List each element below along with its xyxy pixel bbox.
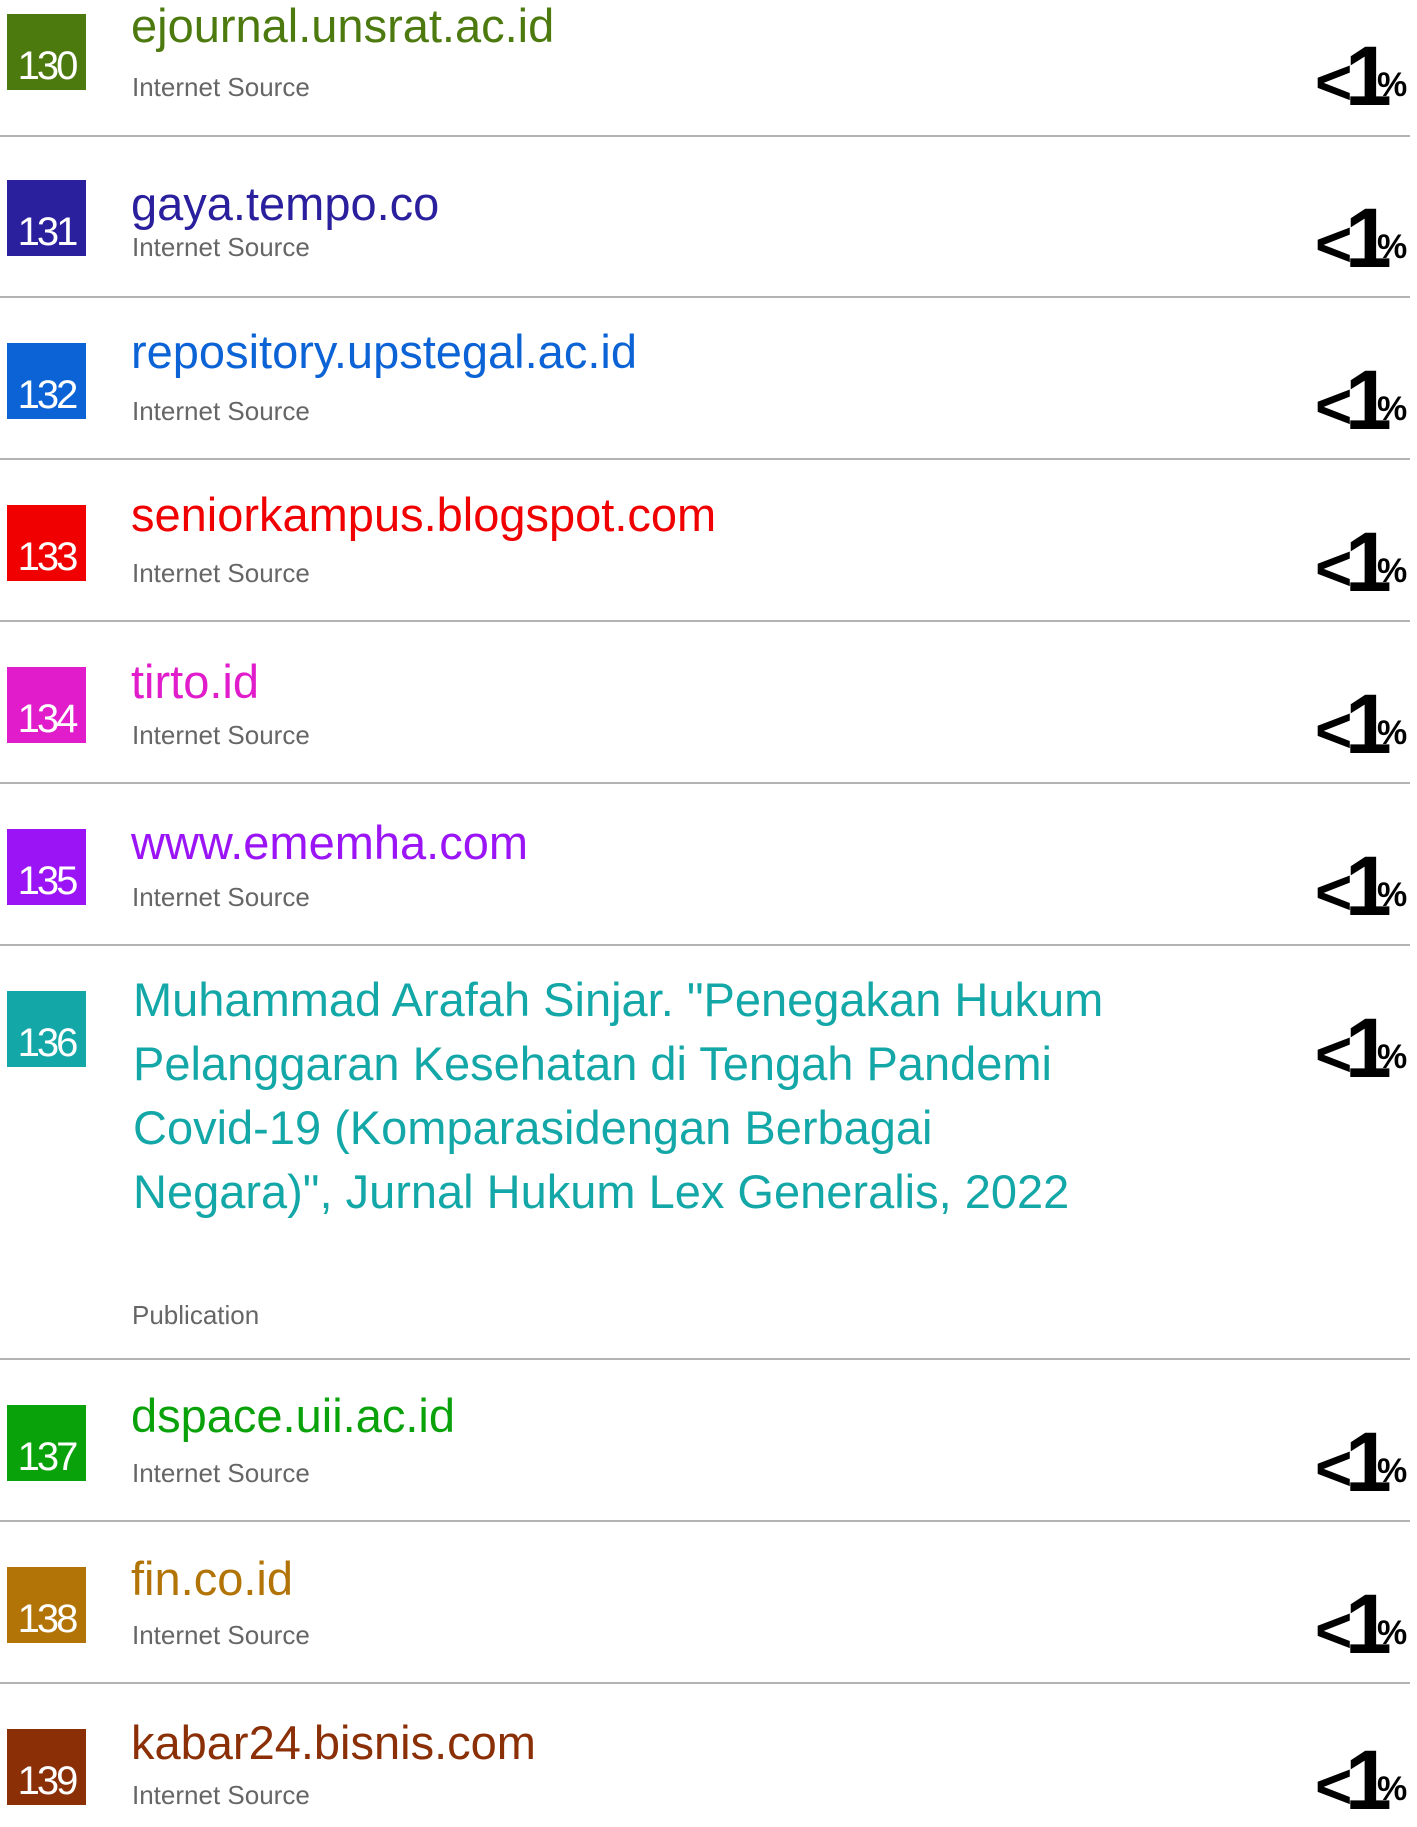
row-divider	[0, 296, 1410, 298]
source-title-link[interactable]: kabar24.bisnis.com	[131, 1711, 1111, 1775]
source-type-label: Internet Source	[132, 232, 310, 262]
source-type-label: Internet Source	[132, 1780, 310, 1810]
row-divider	[0, 944, 1410, 946]
similarity-percent: < 1 %	[1315, 520, 1417, 604]
percent-sign: %	[1377, 66, 1408, 104]
source-number-badge: 134	[7, 667, 86, 743]
similarity-percent: < 1 %	[1315, 34, 1417, 118]
source-number-badge: 138	[7, 1567, 86, 1643]
source-number-badge: 133	[7, 505, 86, 581]
source-title-link[interactable]: repository.upstegal.ac.id	[131, 320, 1111, 384]
percent-sign: %	[1377, 1038, 1408, 1076]
row-divider	[0, 1520, 1410, 1522]
similarity-percent: < 1 %	[1315, 844, 1417, 928]
source-title-link[interactable]: gaya.tempo.co	[131, 172, 1111, 236]
percent-sign: %	[1377, 876, 1408, 914]
source-title-link[interactable]: seniorkampus.blogspot.com	[131, 483, 1111, 547]
source-title-link[interactable]: www.ememha.com	[131, 811, 1111, 875]
row-divider	[0, 1682, 1410, 1684]
source-type-label: Internet Source	[132, 558, 310, 588]
percent-sign: %	[1377, 714, 1408, 752]
source-number-badge: 132	[7, 343, 86, 419]
similarity-percent: < 1 %	[1315, 1738, 1417, 1822]
row-divider	[0, 458, 1410, 460]
row-divider	[0, 135, 1410, 137]
similarity-percent: < 1 %	[1315, 682, 1417, 766]
source-title-link[interactable]: fin.co.id	[131, 1547, 1111, 1611]
percent-sign: %	[1377, 1452, 1408, 1490]
similarity-percent: < 1 %	[1315, 1420, 1417, 1504]
source-number-badge: 136	[7, 991, 86, 1067]
similarity-percent: < 1 %	[1315, 1582, 1417, 1666]
source-title-link[interactable]: ejournal.unsrat.ac.id	[131, 0, 1111, 58]
source-number-badge: 139	[7, 1729, 86, 1805]
percent-sign: %	[1377, 552, 1408, 590]
similarity-percent: < 1 %	[1315, 358, 1417, 442]
percent-sign: %	[1377, 390, 1408, 428]
source-number-badge: 130	[7, 14, 86, 90]
row-divider	[0, 782, 1410, 784]
source-number-badge: 137	[7, 1405, 86, 1481]
source-title-link[interactable]: tirto.id	[131, 650, 1111, 714]
source-type-label: Publication	[132, 1300, 260, 1330]
source-type-label: Internet Source	[132, 882, 310, 912]
percent-sign: %	[1377, 228, 1408, 266]
percent-sign: %	[1377, 1770, 1408, 1808]
source-title-link[interactable]: Muhammad Arafah Sinjar. "Penegakan Hukum…	[133, 968, 1123, 1224]
source-title-link[interactable]: dspace.uii.ac.id	[131, 1384, 1111, 1448]
source-type-label: Internet Source	[132, 72, 310, 102]
source-number-badge: 131	[7, 180, 86, 256]
source-type-label: Internet Source	[132, 396, 310, 426]
row-divider	[0, 1358, 1410, 1360]
similarity-percent: < 1 %	[1315, 196, 1417, 280]
row-divider	[0, 620, 1410, 622]
source-type-label: Internet Source	[132, 720, 310, 750]
percent-sign: %	[1377, 1614, 1408, 1652]
similarity-percent: < 1 %	[1315, 1006, 1417, 1090]
source-number-badge: 135	[7, 829, 86, 905]
source-type-label: Internet Source	[132, 1458, 310, 1488]
source-type-label: Internet Source	[132, 1620, 310, 1650]
